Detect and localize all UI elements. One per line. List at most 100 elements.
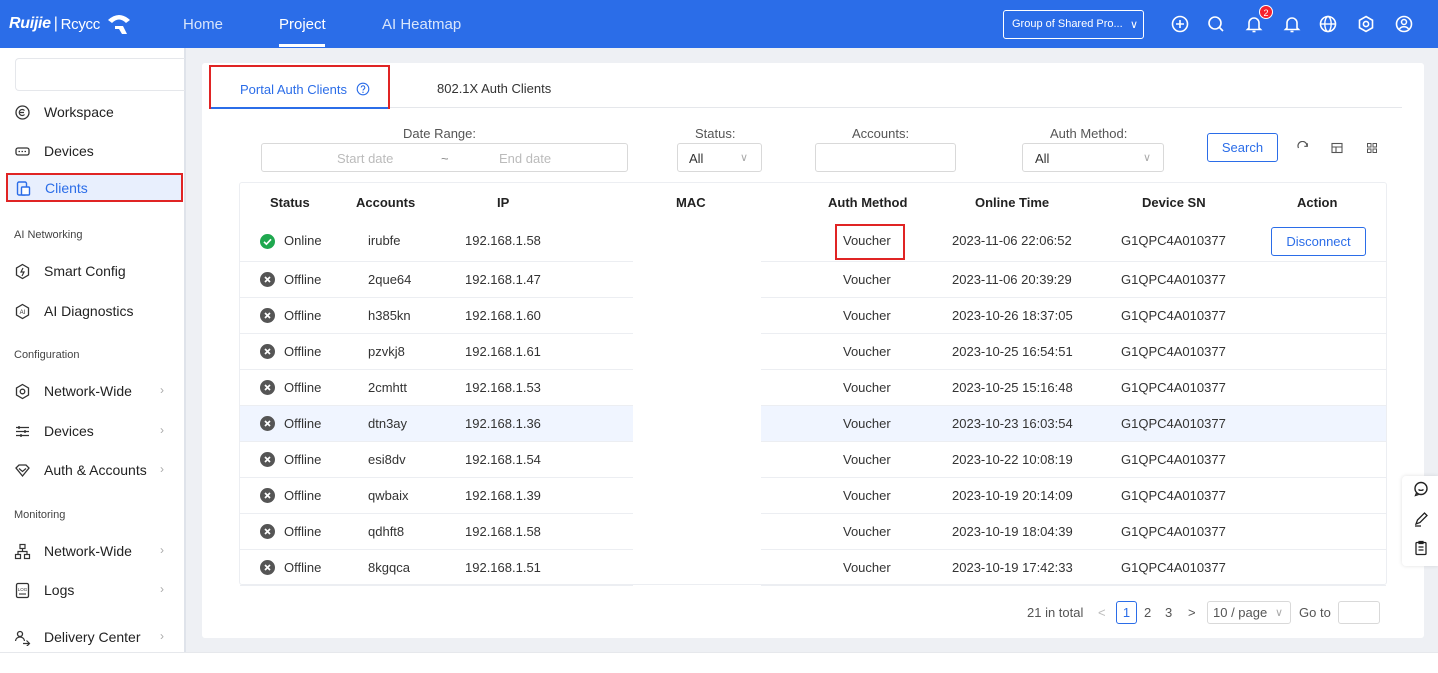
clipboard-icon[interactable]: [1413, 540, 1429, 556]
accounts-input[interactable]: [815, 143, 956, 172]
status-select[interactable]: All ∨: [677, 143, 762, 172]
sidebar-item-label: Devices: [44, 423, 94, 439]
col-header-accounts[interactable]: Accounts: [356, 195, 415, 210]
cell-device-sn: G1QPC4A010377: [1121, 233, 1226, 248]
sidebar-item-logs[interactable]: LOG Logs ›: [0, 574, 184, 606]
table-row[interactable]: Offline qwbaix 192.168.1.39 Voucher 2023-10-…: [240, 478, 1386, 514]
sidebar-item-label: Network-Wide: [44, 383, 132, 399]
cell-online-time: 2023-10-25 16:54:51: [952, 344, 1073, 359]
pagination-next[interactable]: >: [1188, 605, 1196, 620]
chevron-down-icon: ∨: [740, 152, 749, 164]
date-range-picker[interactable]: Start date ~ End date: [261, 143, 628, 172]
nav-project[interactable]: Project: [279, 16, 326, 33]
project-group-select[interactable]: Group of Shared Pro... ∨: [1003, 10, 1144, 39]
col-header-action[interactable]: Action: [1297, 195, 1337, 210]
offline-x-icon: [260, 380, 275, 395]
auth-method-select[interactable]: All ∨: [1022, 143, 1164, 172]
start-date-placeholder[interactable]: Start date: [337, 151, 393, 166]
col-header-auth-method[interactable]: Auth Method: [828, 195, 907, 210]
brand-mark-icon: [107, 15, 130, 34]
user-icon[interactable]: [1394, 14, 1414, 34]
cell-online-time: 2023-10-19 18:04:39: [952, 524, 1073, 539]
chevron-right-icon: ›: [160, 582, 164, 596]
sidebar-item-network-wide-monitor[interactable]: Network-Wide ›: [0, 535, 184, 567]
help-circle-icon[interactable]: [356, 82, 370, 96]
sidebar-item-label: Auth & Accounts: [44, 462, 147, 478]
cell-online-time: 2023-11-06 20:39:29: [952, 272, 1072, 287]
cell-account: dtn3ay: [368, 416, 408, 431]
chat-icon[interactable]: [1413, 481, 1429, 497]
col-header-online-time[interactable]: Online Time: [975, 195, 1049, 210]
sidebar-search-box[interactable]: [15, 58, 185, 91]
table-row[interactable]: Offline dtn3ay 192.168.1.36 Voucher 2023-10-…: [240, 406, 1386, 442]
sidebar-item-devices-config[interactable]: Devices ›: [0, 415, 184, 447]
plus-circle-icon[interactable]: [1170, 14, 1190, 34]
sidebar-item-workspace[interactable]: Workspace: [0, 96, 184, 128]
col-header-device-sn[interactable]: Device SN: [1142, 195, 1206, 210]
table-row[interactable]: Offline 2que64 192.168.1.47 Voucher 2023-11-…: [240, 262, 1386, 298]
offline-x-icon: [260, 344, 275, 359]
table-row[interactable]: Offline pzvkj8 192.168.1.61 Voucher 2023-10-…: [240, 334, 1386, 370]
cell-device-sn: G1QPC4A010377: [1121, 560, 1226, 575]
cell-auth-method: Voucher: [843, 272, 891, 287]
offline-x-icon: [260, 416, 275, 431]
brand-logo[interactable]: Ruijie | Rcycc: [9, 11, 132, 37]
auth-method-select-value: All: [1035, 151, 1050, 166]
search-button[interactable]: Search: [1207, 133, 1278, 162]
network-settings-icon: [15, 383, 30, 400]
column-settings-icon[interactable]: [1365, 141, 1379, 155]
search-icon[interactable]: [1206, 14, 1226, 34]
pagination-page-1[interactable]: 1: [1116, 601, 1137, 624]
svg-text:LOG: LOG: [18, 587, 28, 592]
table-row[interactable]: Offline h385kn 192.168.1.60 Voucher 2023-10-…: [240, 298, 1386, 334]
col-header-status[interactable]: Status: [270, 195, 310, 210]
tab-portal-label: Portal Auth Clients: [240, 82, 347, 97]
sidebar-item-delivery-center[interactable]: Delivery Center ›: [0, 621, 184, 653]
cell-device-sn: G1QPC4A010377: [1121, 488, 1226, 503]
table-row[interactable]: Offline esi8dv 192.168.1.54 Voucher 2023-10-…: [240, 442, 1386, 478]
page-size-select[interactable]: 10 / page ∨: [1207, 601, 1291, 624]
table-row[interactable]: Offline 8kgqca 192.168.1.51 Voucher 2023-10-…: [240, 550, 1386, 586]
pagination-page-2[interactable]: 2: [1144, 605, 1151, 620]
sidebar-item-network-wide-config[interactable]: Network-Wide ›: [0, 375, 184, 407]
nav-home[interactable]: Home: [183, 16, 223, 33]
table-row[interactable]: Offline qdhft8 192.168.1.58 Voucher 2023-10-…: [240, 514, 1386, 550]
goto-label: Go to: [1299, 605, 1331, 620]
cell-status: Offline: [284, 380, 322, 395]
tab-portal-auth-clients[interactable]: Portal Auth Clients: [209, 65, 390, 109]
nav-ai-heatmap[interactable]: AI Heatmap: [382, 16, 461, 33]
pagination-prev[interactable]: <: [1098, 605, 1106, 620]
cell-auth-method: Voucher: [843, 344, 891, 359]
sidebar-item-clients[interactable]: Clients: [6, 173, 183, 202]
sidebar-item-devices[interactable]: Devices: [0, 135, 184, 167]
table-row[interactable]: Online irubfe 192.168.1.58 Voucher 2023-11-0…: [240, 220, 1386, 262]
settings-icon[interactable]: [1356, 14, 1376, 34]
sidebar-item-ai-diagnostics[interactable]: AI AI Diagnostics: [0, 295, 184, 327]
tab-active-indicator: [211, 107, 388, 109]
sidebar-item-smart-config[interactable]: Smart Config: [0, 255, 184, 287]
globe-icon[interactable]: [1318, 14, 1338, 34]
refresh-icon[interactable]: [1296, 141, 1310, 155]
cell-online-time: 2023-10-19 20:14:09: [952, 488, 1073, 503]
table-row[interactable]: Offline 2cmhtt 192.168.1.53 Voucher 2023-10-…: [240, 370, 1386, 406]
cell-device-sn: G1QPC4A010377: [1121, 308, 1226, 323]
row-divider: [761, 585, 1386, 586]
cell-status: Offline: [284, 308, 322, 323]
chevron-down-icon: ∨: [1275, 607, 1284, 619]
svg-text:AI: AI: [20, 310, 26, 316]
bell-icon[interactable]: [1282, 14, 1302, 34]
end-date-placeholder[interactable]: End date: [499, 151, 551, 166]
cell-status: Offline: [284, 452, 322, 467]
col-header-mac[interactable]: MAC: [676, 195, 706, 210]
tab-8021x-auth-clients[interactable]: 802.1X Auth Clients: [437, 81, 551, 96]
feedback-icon[interactable]: [1413, 511, 1429, 527]
cell-online-time: 2023-10-22 10:08:19: [952, 452, 1073, 467]
chevron-right-icon: ›: [160, 383, 164, 397]
export-icon[interactable]: [1330, 141, 1344, 155]
sidebar-item-auth-accounts[interactable]: Auth & Accounts ›: [0, 454, 184, 486]
cell-account: irubfe: [368, 233, 401, 248]
col-header-ip[interactable]: IP: [497, 195, 509, 210]
pagination-page-3[interactable]: 3: [1165, 605, 1172, 620]
goto-page-input[interactable]: [1338, 601, 1380, 624]
disconnect-button[interactable]: Disconnect: [1271, 227, 1366, 256]
